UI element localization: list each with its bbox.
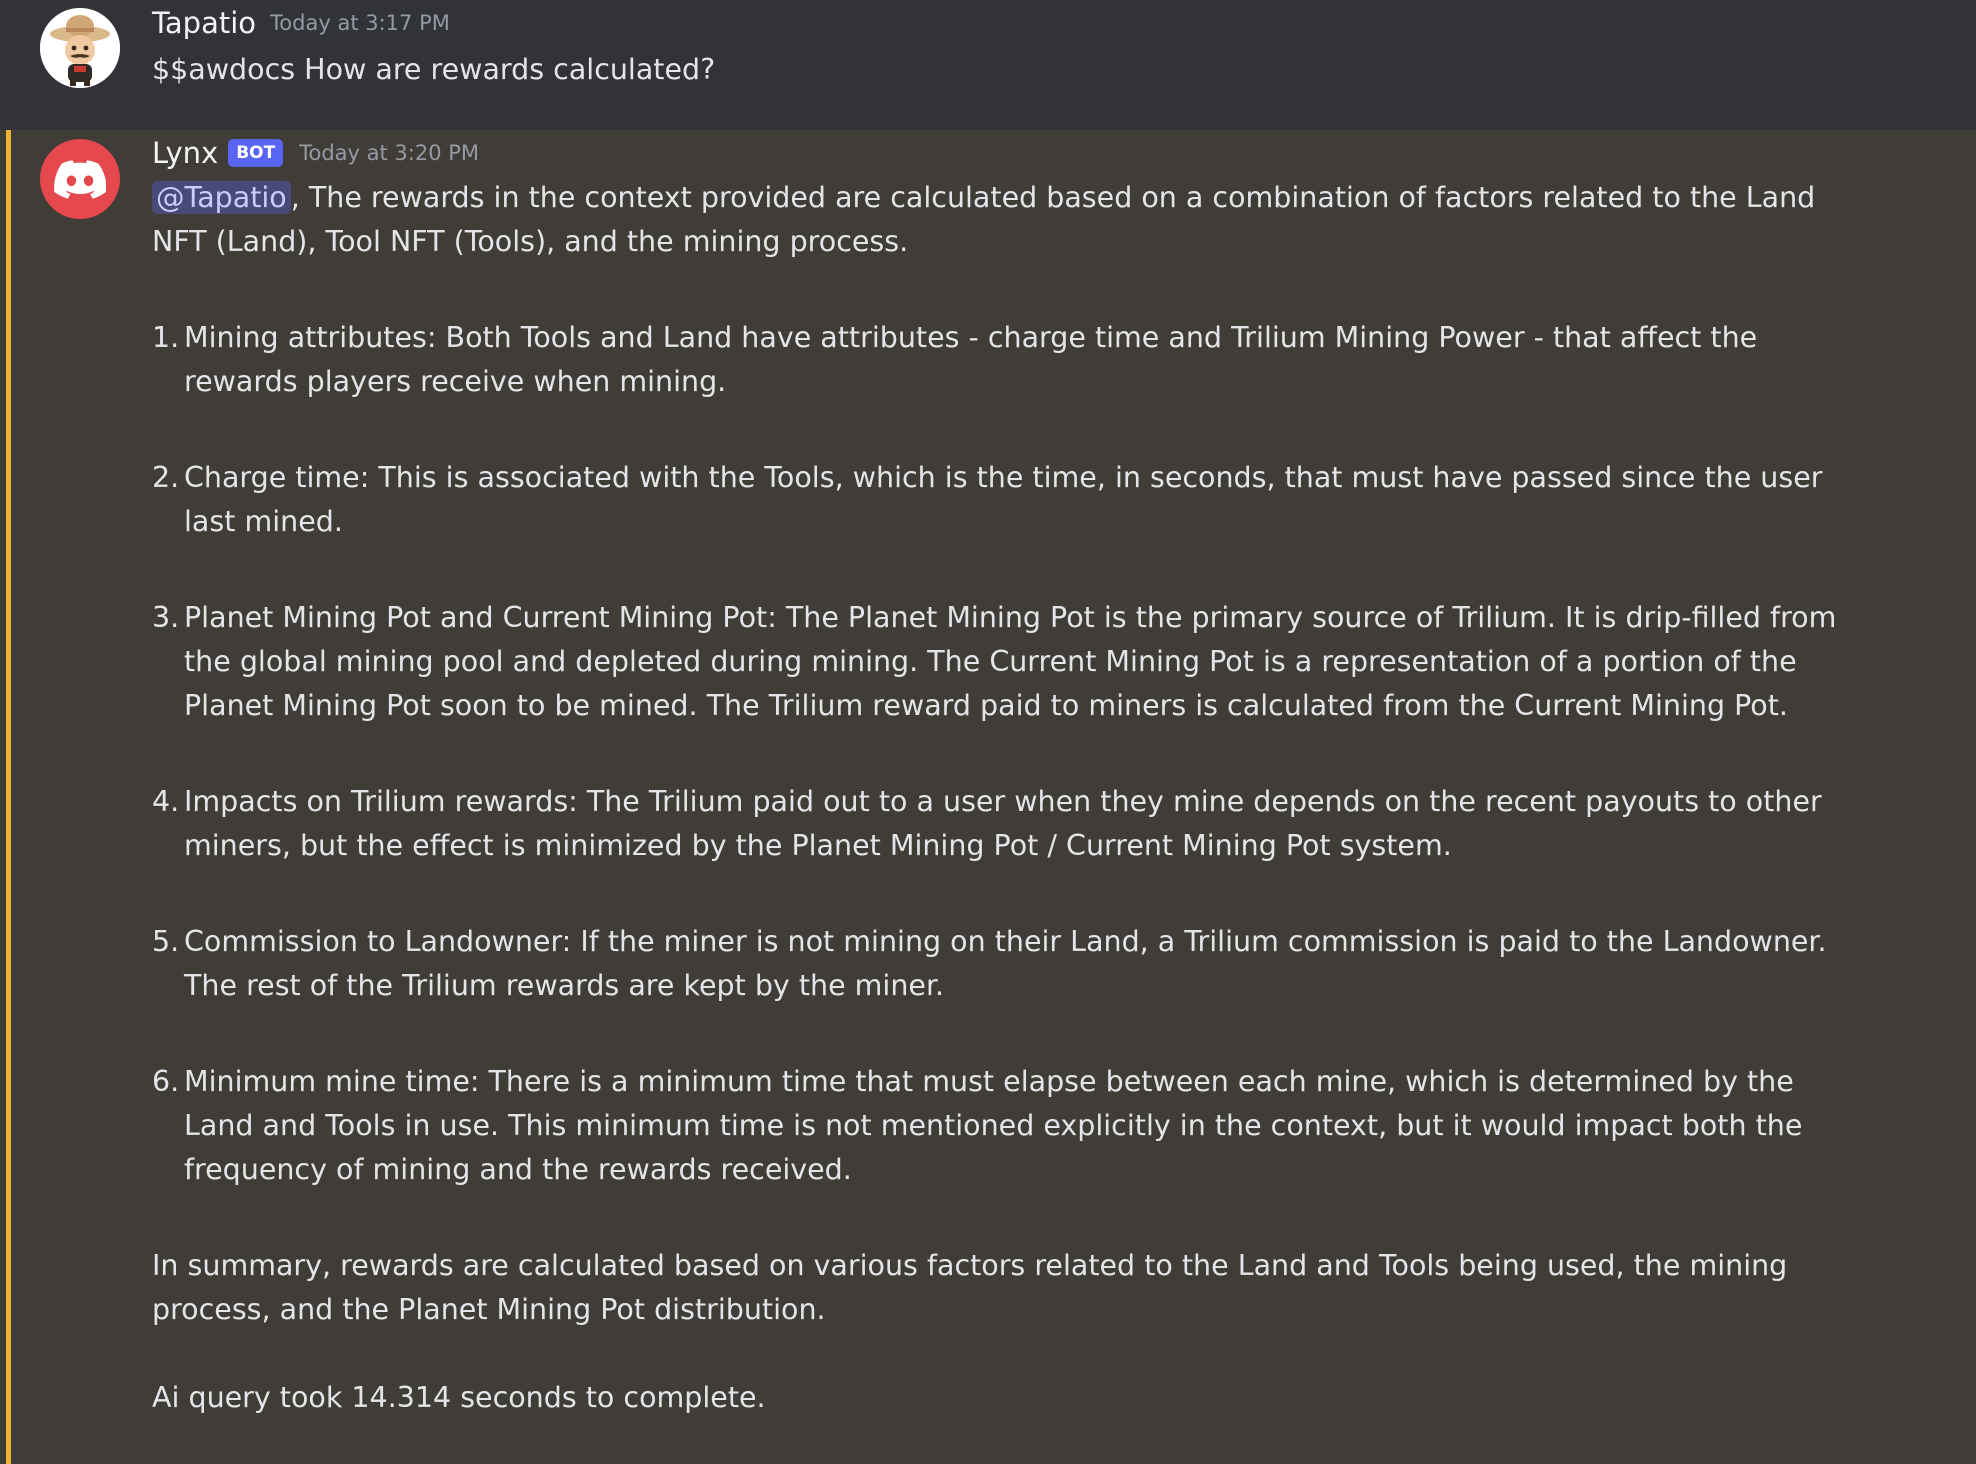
message-content: $$awdocs How are rewards calculated?	[152, 48, 1872, 92]
message-user: Tapatio Today at 3:17 PM $$awdocs How ar…	[0, 0, 1976, 130]
list-item-text: Mining attributes: Both Tools and Land h…	[184, 321, 1758, 398]
list-number: 6.	[152, 1065, 180, 1098]
list-item-text: Impacts on Trilium rewards: The Trilium …	[184, 785, 1822, 862]
list-item: 3. Planet Mining Pot and Current Mining P…	[152, 596, 1872, 728]
bot-avatar[interactable]	[40, 139, 120, 219]
list-item: 2. Charge time: This is associated with t…	[152, 456, 1872, 544]
list-number: 4.	[152, 785, 180, 818]
list-item: 5. Commission to Landowner: If the miner …	[152, 920, 1872, 1008]
list-item-text: Commission to Landowner: If the miner is…	[184, 925, 1827, 1002]
username[interactable]: Tapatio	[152, 6, 256, 40]
list-number: 2.	[152, 461, 180, 494]
discord-logo-icon	[54, 160, 106, 199]
username[interactable]: Lynx	[152, 136, 218, 170]
list-item-text: Charge time: This is associated with the…	[184, 461, 1823, 538]
rewards-list: 1. Mining attributes: Both Tools and Land…	[152, 316, 1872, 1192]
message-header: Tapatio Today at 3:17 PM	[152, 6, 450, 40]
query-time-note: Ai query took 14.314 seconds to complete…	[152, 1381, 766, 1414]
message-bot: Lynx BOT Today at 3:20 PM @Tapatio, The …	[0, 130, 1976, 1464]
intro-text: , The rewards in the context provided ar…	[152, 181, 1816, 258]
list-item: 4. Impacts on Trilium rewards: The Triliu…	[152, 780, 1872, 868]
list-number: 3.	[152, 601, 180, 634]
bot-badge: BOT	[228, 139, 284, 167]
list-item: 6. Minimum mine time: There is a minimum …	[152, 1060, 1872, 1192]
list-item-text: Planet Mining Pot and Current Mining Pot…	[184, 601, 1837, 722]
mention-highlight-bar	[6, 130, 11, 1464]
summary-paragraph: In summary, rewards are calculated based…	[152, 1249, 1788, 1326]
sombrero-avatar-icon	[40, 8, 120, 88]
timestamp[interactable]: Today at 3:17 PM	[270, 11, 450, 35]
message-header: Lynx BOT Today at 3:20 PM	[152, 136, 479, 170]
chat-view: Tapatio Today at 3:17 PM $$awdocs How ar…	[0, 0, 1976, 1464]
list-item: 1. Mining attributes: Both Tools and Land…	[152, 316, 1872, 404]
user-avatar[interactable]	[40, 8, 120, 88]
user-mention[interactable]: @Tapatio	[152, 181, 291, 214]
list-number: 5.	[152, 925, 180, 958]
list-item-text: Minimum mine time: There is a minimum ti…	[184, 1065, 1803, 1186]
message-text: $$awdocs How are rewards calculated?	[152, 53, 716, 86]
message-content: @Tapatio, The rewards in the context pro…	[152, 176, 1872, 1420]
intro-paragraph: @Tapatio, The rewards in the context pro…	[152, 176, 1872, 264]
list-number: 1.	[152, 321, 180, 354]
timestamp[interactable]: Today at 3:20 PM	[299, 141, 479, 165]
